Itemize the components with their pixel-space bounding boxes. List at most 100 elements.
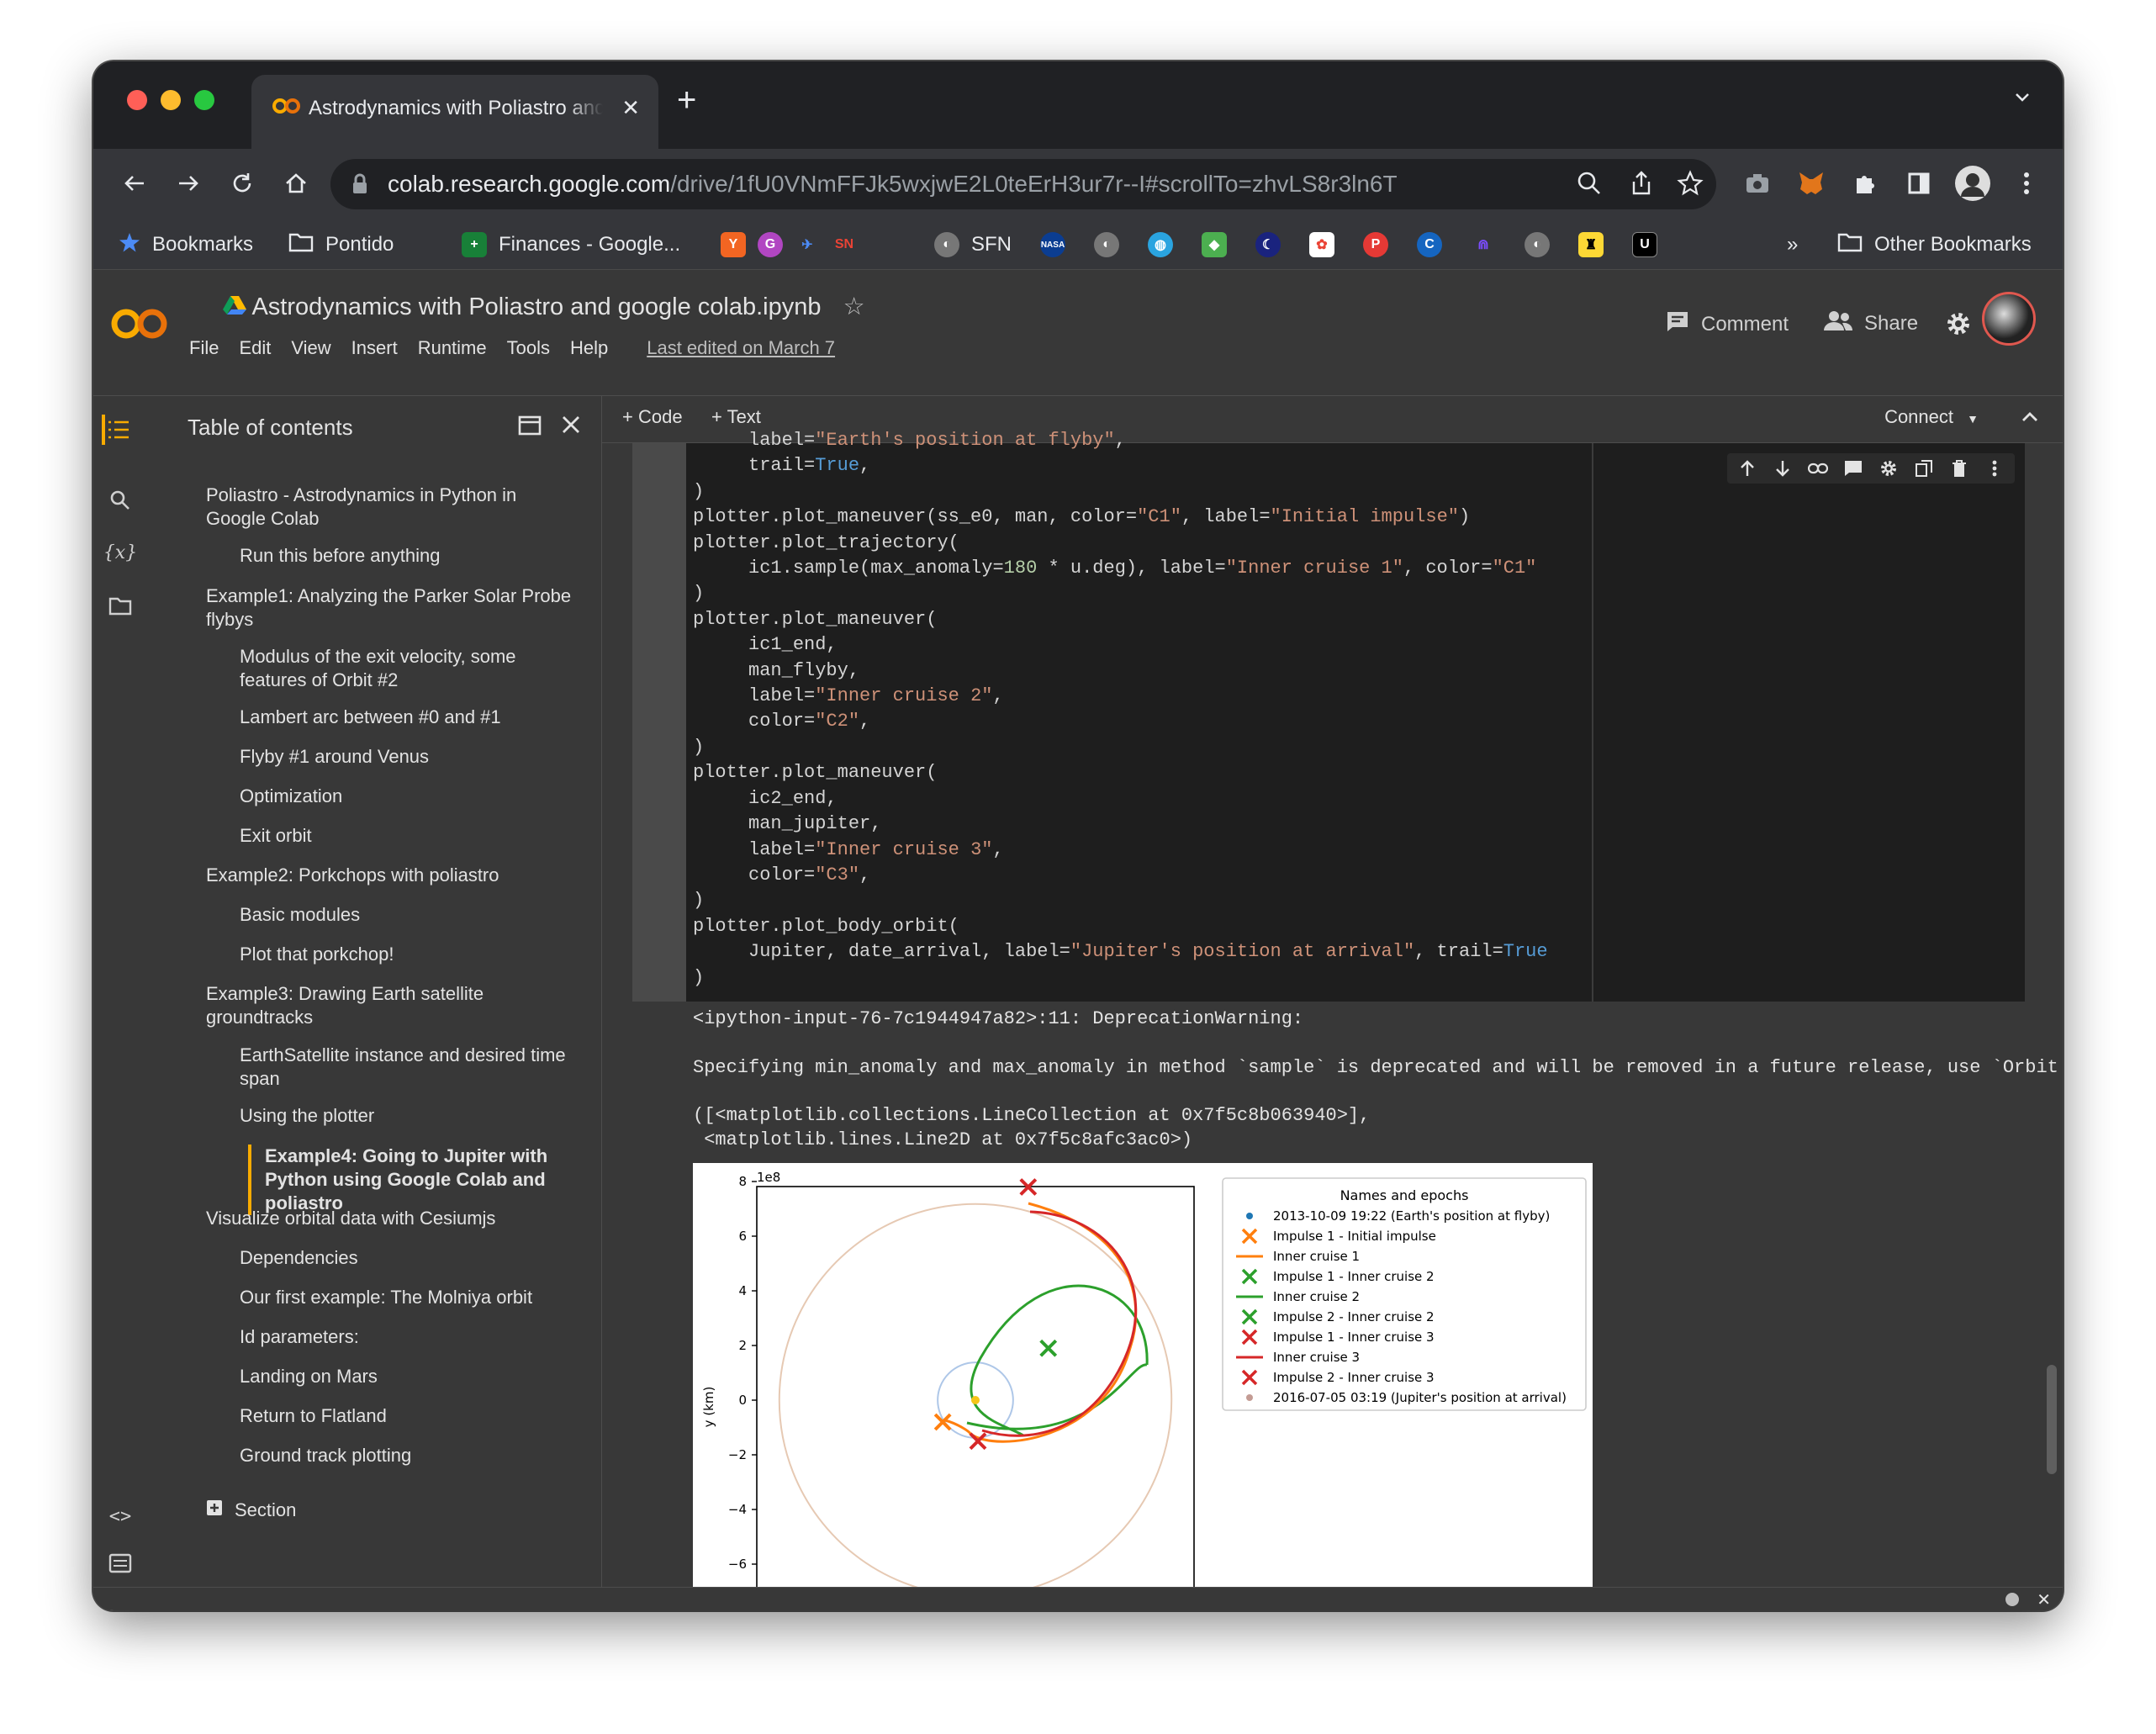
other-bookmarks-button[interactable]: Other Bookmarks [1837,231,2032,258]
add-code-button[interactable]: + Code [622,406,683,428]
zoom-window-button[interactable] [194,90,214,110]
more-bookmarks-button[interactable]: » [1787,231,1798,258]
toc-item[interactable]: Visualize orbital data with Cesiumjs [164,1207,576,1230]
last-edited-link[interactable]: Last edited on March 7 [647,337,835,359]
browser-tab-active[interactable]: Astrodynamics with Poliastro and google … [251,75,658,149]
close-status-icon[interactable]: ✕ [2037,1589,2051,1610]
home-button[interactable] [275,162,317,204]
toc-item[interactable]: Run this before anything [164,544,576,568]
menu-view[interactable]: View [291,337,330,359]
toc-item[interactable]: Ground track plotting [164,1444,576,1467]
menu-tools[interactable]: Tools [507,337,550,359]
extensions-puzzle-icon[interactable] [1844,162,1886,204]
photos-icon[interactable]: ✿ [1309,232,1334,257]
cell-settings-gear-icon[interactable] [1875,455,1902,482]
colab-logo-icon[interactable] [110,305,169,346]
bookmarks-button[interactable]: Bookmarks [119,231,253,258]
bookmark-star-icon[interactable] [1676,169,1704,202]
hacker-news-icon[interactable]: Y [721,232,746,257]
green-app-icon[interactable]: ◆ [1202,232,1227,257]
settings-gear-icon[interactable] [1945,310,1972,337]
p-icon[interactable]: P [1363,232,1388,257]
forward-button[interactable] [167,162,209,204]
more-options-icon[interactable] [1981,455,2008,482]
yellow-app-icon[interactable]: ♜ [1578,232,1604,257]
command-palette-icon[interactable] [105,1548,135,1578]
c-icon[interactable]: C [1417,232,1442,257]
profile-avatar[interactable] [1952,162,1994,204]
menu-edit[interactable]: Edit [239,337,271,359]
toc-item[interactable]: Using the plotter [164,1104,576,1128]
toc-item[interactable]: Our first example: The Molniya orbit [164,1286,576,1309]
code-cell[interactable]: label="Earth's position at flyby", trail… [632,430,2025,1002]
share-page-icon[interactable] [1627,169,1656,202]
bookmark-pontido[interactable]: Pontido [288,231,394,258]
collapse-header-icon[interactable] [2019,406,2041,432]
sn-icon[interactable]: SN [832,232,857,257]
comment-button[interactable]: Comment [1666,310,1789,338]
delete-trash-icon[interactable] [1946,455,1973,482]
tab-search-chevron-icon[interactable] [2012,87,2032,111]
toc-item[interactable]: Poliastro - Astrodynamics in Python in G… [164,484,576,531]
menu-help[interactable]: Help [570,337,608,359]
search-icon[interactable] [105,485,135,515]
close-tab-icon[interactable]: ✕ [621,95,640,121]
connect-button[interactable]: Connect ▼ [1884,406,1979,428]
black-app-icon[interactable]: U [1632,232,1657,257]
notebook-title[interactable]: Astrodynamics with Poliastro and google … [223,292,865,321]
variables-icon[interactable]: {x} [103,537,137,568]
toc-item[interactable]: Optimization [164,785,576,808]
move-up-icon[interactable] [1734,455,1761,482]
menu-insert[interactable]: Insert [351,337,398,359]
code-editor[interactable]: label="Earth's position at flyby", trail… [693,428,1548,991]
metamask-fox-icon[interactable] [1790,162,1832,204]
toc-item[interactable]: Return to Flatland [164,1404,576,1428]
new-tab-button[interactable]: + [677,82,696,119]
reload-button[interactable] [221,162,263,204]
toc-item[interactable]: Example1: Analyzing the Parker Solar Pro… [164,584,576,632]
close-window-button[interactable] [127,90,147,110]
comment-cell-icon[interactable] [1840,455,1867,482]
toc-item[interactable]: Exit orbit [164,824,576,848]
globe-icon[interactable]: ◐ [1094,232,1119,257]
browser-menu-icon[interactable] [2005,162,2048,204]
menu-file[interactable]: File [189,337,219,359]
minimize-window-button[interactable] [161,90,181,110]
share-button[interactable]: Share [1824,310,1918,336]
moon-icon[interactable]: ☾ [1255,232,1281,257]
move-down-icon[interactable] [1769,455,1796,482]
menu-runtime[interactable]: Runtime [418,337,487,359]
files-folder-icon[interactable] [105,591,135,621]
g-circle-icon[interactable]: G [758,232,783,257]
toc-item[interactable]: Flyby #1 around Venus [164,745,576,769]
code-snippets-icon[interactable]: <> [105,1501,135,1531]
bookmark-finances[interactable]: + Finances - Google... [462,231,680,258]
open-in-tab-icon[interactable] [517,413,542,442]
link-icon[interactable] [1805,455,1831,482]
globe-icon[interactable]: ◐ [1525,232,1550,257]
back-button[interactable] [114,162,156,204]
earth-icon[interactable]: ◍ [1148,232,1173,257]
toc-item[interactable]: Example2: Porkchops with poliastro [164,864,576,887]
add-section-button[interactable]: Section [206,1499,296,1521]
bird-icon[interactable]: ✈ [795,232,820,257]
account-avatar[interactable] [1982,292,2036,346]
camera-extension-icon[interactable] [1736,162,1778,204]
bookmark-sfn[interactable]: ◐ SFN [934,231,1012,258]
toc-item[interactable]: Modulus of the exit velocity, some featu… [164,645,576,692]
address-bar[interactable]: colab.research.google.com/drive/1fU0VNmF… [330,159,1716,209]
toc-item[interactable]: Plot that porkchop! [164,943,576,966]
toc-item[interactable]: Dependencies [164,1246,576,1270]
toc-item[interactable]: Lambert arc between #0 and #1 [164,706,576,729]
star-notebook-icon[interactable]: ☆ [843,293,865,320]
toc-item[interactable]: Example3: Drawing Earth satellite ground… [164,982,576,1029]
toc-item[interactable]: Basic modules [164,903,576,927]
scrollbar-thumb[interactable] [2047,1365,2057,1474]
nasa-icon[interactable]: NASA [1040,232,1065,257]
toc-item[interactable]: Landing on Mars [164,1365,576,1388]
mirror-cell-icon[interactable] [1910,455,1937,482]
toc-item-selected[interactable]: Example4: Going to Jupiter with Python u… [248,1145,601,1215]
close-panel-icon[interactable] [559,413,583,441]
toc-item[interactable]: EarthSatellite instance and desired time… [164,1044,576,1091]
zoom-icon[interactable] [1575,169,1604,202]
